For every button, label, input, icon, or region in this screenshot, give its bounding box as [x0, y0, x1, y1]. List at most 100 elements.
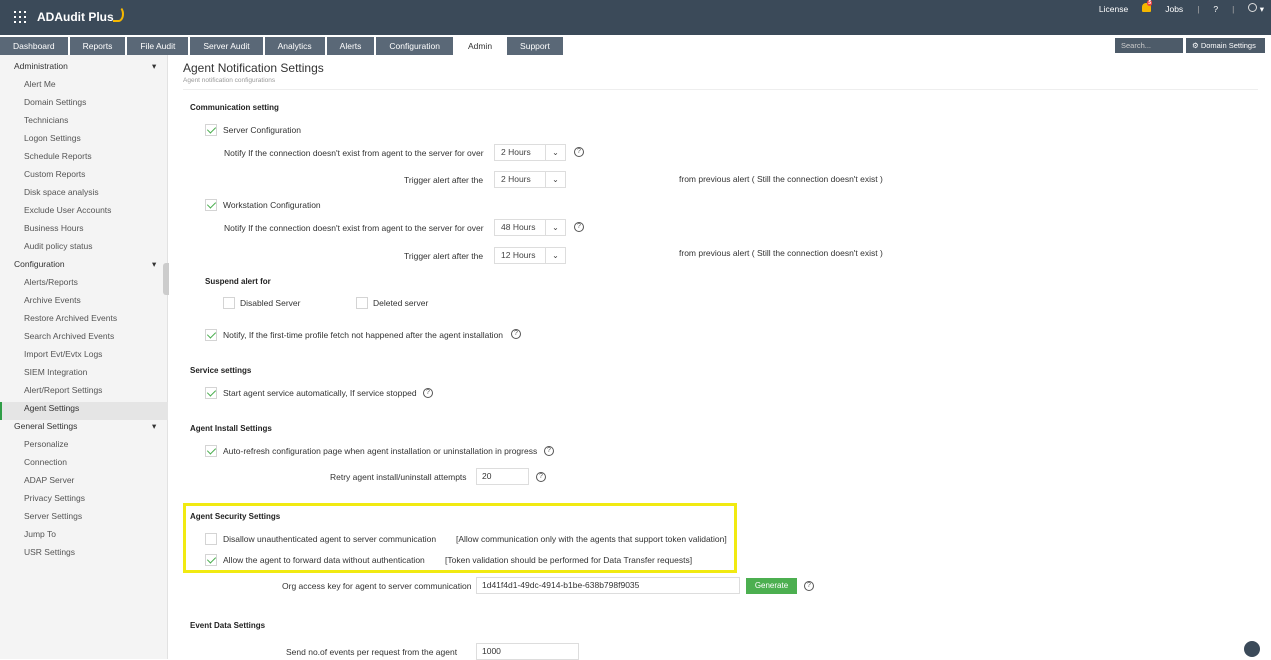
app-logo[interactable]: ADAudit Plus	[37, 10, 114, 24]
top-bar: ADAudit Plus License 5 Jobs | ? | ▾	[0, 0, 1271, 35]
sidebar-item-privacy-settings[interactable]: Privacy Settings	[24, 493, 85, 503]
tab-file-audit[interactable]: File Audit	[127, 37, 189, 55]
chevron-down-icon: ⌄	[545, 145, 565, 160]
disabled-server-checkbox[interactable]	[223, 297, 235, 309]
workstation-config-checkbox[interactable]	[205, 199, 217, 211]
generate-button[interactable]: Generate	[746, 578, 797, 594]
tab-analytics[interactable]: Analytics	[264, 37, 325, 55]
auto-refresh-checkbox[interactable]	[205, 445, 217, 457]
server-trigger-label: Trigger alert after the	[404, 175, 484, 185]
sidebar-section-administration[interactable]: Administration ▾	[14, 61, 156, 71]
sidebar-item-business-hours[interactable]: Business Hours	[24, 223, 84, 233]
sidebar-section-general-settings[interactable]: General Settings ▾	[14, 421, 156, 431]
sidebar-item-usr-settings[interactable]: USR Settings	[24, 547, 75, 557]
allow-forward-note: [Token validation should be performed fo…	[445, 555, 693, 565]
sidebar-item-import-evt-evtx-logs[interactable]: Import Evt/Evtx Logs	[24, 349, 102, 359]
help-icon[interactable]: ?	[574, 222, 584, 232]
title-divider	[183, 89, 1258, 90]
user-menu[interactable]: ▾	[1241, 2, 1271, 15]
org-key-input[interactable]: 1d41f4d1-49dc-4914-b1be-638b798f9035	[476, 577, 740, 594]
ws-trigger-value: 12 Hours	[501, 250, 536, 260]
main-tabs: Dashboard Reports File Audit Server Audit An…	[0, 37, 565, 55]
sidebar-item-alert-report-settings[interactable]: Alert/Report Settings	[24, 385, 102, 395]
jobs-link[interactable]: Jobs	[1158, 4, 1190, 14]
tab-alerts[interactable]: Alerts	[326, 37, 375, 55]
sidebar-item-personalize[interactable]: Personalize	[24, 439, 68, 449]
security-section-title: Agent Security Settings	[190, 512, 281, 521]
tab-configuration[interactable]: Configuration	[376, 37, 453, 55]
events-per-request-label: Send no.of events per request from the a…	[286, 647, 458, 657]
notifications-button[interactable]: 5	[1135, 0, 1158, 14]
sidebar-item-jump-to[interactable]: Jump To	[24, 529, 56, 539]
sidebar-item-domain-settings[interactable]: Domain Settings	[24, 97, 86, 107]
sidebar-item-restore-archived-events[interactable]: Restore Archived Events	[24, 313, 117, 323]
tab-support[interactable]: Support	[507, 37, 563, 55]
domain-settings-label: Domain Settings	[1200, 41, 1256, 50]
license-link[interactable]: License	[1092, 4, 1135, 14]
sidebar-item-custom-reports[interactable]: Custom Reports	[24, 169, 85, 179]
retry-attempts-input[interactable]: 20	[476, 468, 529, 485]
deleted-server-checkbox[interactable]	[356, 297, 368, 309]
server-notify-value: 2 Hours	[501, 147, 531, 157]
bell-icon: 5	[1142, 0, 1152, 12]
logo-swoosh-icon	[113, 6, 124, 22]
tab-admin[interactable]: Admin	[454, 37, 506, 55]
sidebar-item-schedule-reports[interactable]: Schedule Reports	[24, 151, 92, 161]
chevron-down-icon: ⌄	[545, 248, 565, 263]
deleted-server-label: Deleted server	[373, 298, 429, 308]
sidebar-item-technicians[interactable]: Technicians	[24, 115, 68, 125]
support-chat-icon[interactable]	[1244, 641, 1260, 657]
help-icon[interactable]: ?	[544, 446, 554, 456]
server-notify-label: Notify If the connection doesn't exist f…	[224, 148, 484, 158]
sidebar-item-archive-events[interactable]: Archive Events	[24, 295, 81, 305]
disallow-unauth-checkbox[interactable]	[205, 533, 217, 545]
help-icon[interactable]: ?	[574, 147, 584, 157]
help-link[interactable]: ?	[1206, 4, 1225, 14]
chevron-down-icon: ⌄	[545, 220, 565, 235]
ws-notify-select[interactable]: 48 Hours ⌄	[494, 219, 566, 236]
sidebar-item-agent-settings[interactable]: Agent Settings	[24, 403, 79, 413]
sidebar-collapse-handle[interactable]	[163, 263, 169, 295]
help-icon[interactable]: ?	[804, 581, 814, 591]
server-from-previous-label: from previous alert ( Still the connecti…	[679, 174, 883, 184]
retry-attempts-label: Retry agent install/uninstall attempts	[330, 472, 467, 482]
ws-trigger-select[interactable]: 12 Hours ⌄	[494, 247, 566, 264]
disallow-unauth-note: [Allow communication only with the agent…	[456, 534, 727, 544]
search-input[interactable]: Search...	[1115, 38, 1183, 53]
sidebar-item-logon-settings[interactable]: Logon Settings	[24, 133, 81, 143]
first-time-fetch-checkbox[interactable]	[205, 329, 217, 341]
apps-grid-icon[interactable]	[14, 11, 26, 23]
server-notify-select[interactable]: 2 Hours ⌄	[494, 144, 566, 161]
start-service-checkbox[interactable]	[205, 387, 217, 399]
sidebar-item-search-archived-events[interactable]: Search Archived Events	[24, 331, 114, 341]
allow-forward-checkbox[interactable]	[205, 554, 217, 566]
sidebar-item-exclude-user-accounts[interactable]: Exclude User Accounts	[24, 205, 111, 215]
sidebar-item-alerts-reports[interactable]: Alerts/Reports	[24, 277, 78, 287]
disallow-unauth-label: Disallow unauthenticated agent to server…	[223, 534, 437, 544]
sidebar-item-disk-space-analysis[interactable]: Disk space analysis	[24, 187, 99, 197]
help-icon[interactable]: ?	[536, 472, 546, 482]
events-per-request-input[interactable]: 1000	[476, 643, 579, 660]
sidebar-item-adap-server[interactable]: ADAP Server	[24, 475, 74, 485]
tab-server-audit[interactable]: Server Audit	[190, 37, 263, 55]
page-title: Agent Notification Settings	[183, 61, 324, 75]
sidebar-item-siem-integration[interactable]: SIEM Integration	[24, 367, 87, 377]
sidebar-item-server-settings[interactable]: Server Settings	[24, 511, 82, 521]
server-config-checkbox[interactable]	[205, 124, 217, 136]
page-subtitle: Agent notification configurations	[183, 77, 276, 84]
workstation-config-label: Workstation Configuration	[223, 200, 321, 210]
sidebar-item-connection[interactable]: Connection	[24, 457, 67, 467]
help-icon[interactable]: ?	[511, 329, 521, 339]
tab-dashboard[interactable]: Dashboard	[0, 37, 68, 55]
sidebar-item-alert-me[interactable]: Alert Me	[24, 79, 56, 89]
ws-from-previous-label: from previous alert ( Still the connecti…	[679, 248, 883, 258]
domain-settings-button[interactable]: ⚙ Domain Settings	[1186, 38, 1265, 53]
help-icon[interactable]: ?	[423, 388, 433, 398]
sidebar-item-audit-policy-status[interactable]: Audit policy status	[24, 241, 93, 251]
tab-reports[interactable]: Reports	[69, 37, 126, 55]
caret-down-icon: ▾	[152, 259, 157, 269]
server-trigger-select[interactable]: 2 Hours ⌄	[494, 171, 566, 188]
sidebar-section-configuration[interactable]: Configuration ▾	[14, 259, 156, 269]
sidebar-section-label: General Settings	[14, 421, 78, 431]
communication-section-title: Communication setting	[190, 103, 279, 112]
